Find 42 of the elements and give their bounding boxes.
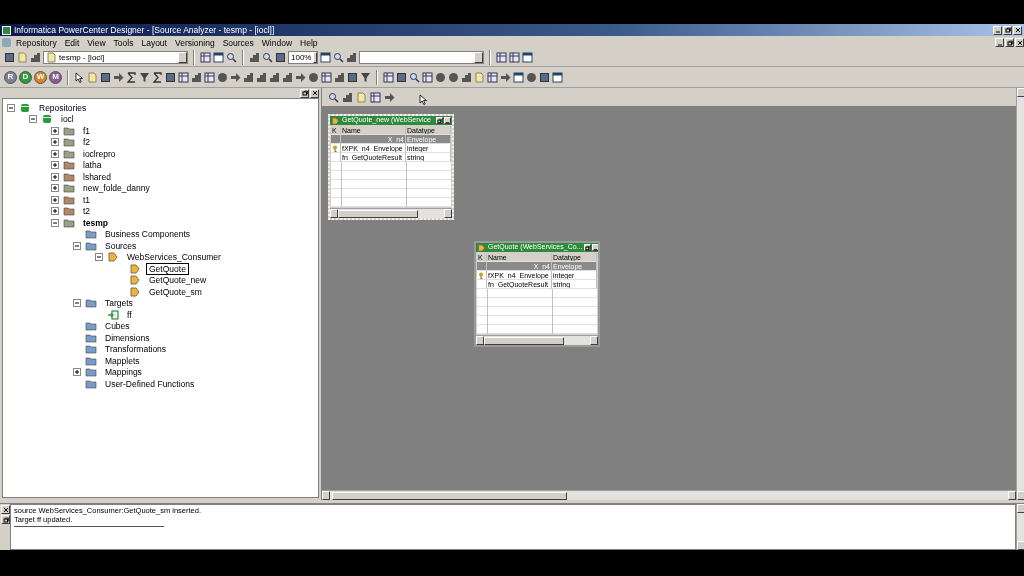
menu-item[interactable]: Layout — [138, 36, 170, 49]
menu-item[interactable]: View — [84, 36, 109, 49]
tree-item[interactable]: t2 — [81, 206, 93, 217]
tree-item[interactable]: ioclrepro — [81, 148, 118, 159]
client-tool-button[interactable]: R — [4, 70, 17, 84]
tree-item[interactable]: f1 — [81, 125, 93, 136]
tree-item[interactable]: Mappings — [103, 367, 144, 378]
menu-item[interactable]: Help — [297, 36, 321, 49]
tree-item[interactable]: iocl — [59, 114, 76, 125]
tree-item[interactable]: lshared — [81, 171, 113, 182]
client-tool-button[interactable]: M — [49, 70, 62, 84]
tree-item[interactable]: Targets — [103, 298, 135, 309]
tree-item[interactable]: f2 — [81, 137, 93, 148]
tree-item[interactable]: ff — [125, 309, 134, 320]
tree-item[interactable]: Business Components — [103, 229, 193, 240]
tree-item[interactable]: GetQuote_new — [147, 275, 209, 286]
tree-item[interactable]: latha — [81, 160, 104, 171]
menu-item[interactable]: Window — [258, 36, 296, 49]
tree-item[interactable]: Repositories — [37, 102, 89, 113]
tree-item[interactable]: new_folde_danny — [81, 183, 152, 194]
tree-item[interactable]: tesmp — [81, 217, 111, 228]
window-title: Informatica PowerCenter Designer - [Source Analyzer - tesmp - [iocl]] — [14, 23, 275, 37]
tree-item[interactable]: Transformations — [103, 344, 169, 355]
tree-item[interactable]: Mapplets — [103, 355, 142, 366]
menu-item[interactable]: Edit — [61, 36, 83, 49]
tree-item[interactable]: Sources — [103, 240, 139, 251]
tree-item[interactable]: Cubes — [103, 321, 132, 332]
zoom-combo[interactable]: 100% — [288, 51, 318, 64]
client-tool-button[interactable]: D — [19, 70, 32, 84]
menu-item[interactable]: Sources — [219, 36, 257, 49]
tree-item[interactable]: GetQuote — [147, 263, 188, 274]
menu-item[interactable]: Tools — [110, 36, 137, 49]
tree-item[interactable]: Dimensions — [103, 332, 152, 343]
tree-item[interactable]: GetQuote_sm — [147, 286, 204, 297]
menu-item[interactable]: Repository — [13, 36, 60, 49]
repository-combo[interactable]: tesmp - [iocl] — [43, 51, 188, 64]
tree-item[interactable]: WebServices_Consumer — [125, 252, 223, 263]
combo-value: tesmp - [iocl] — [59, 51, 105, 64]
menu-item[interactable]: Versioning — [171, 36, 218, 49]
combo-value: 100% — [291, 51, 312, 64]
tree-item[interactable]: t1 — [81, 194, 93, 205]
tree-item[interactable]: User-Defined Functions — [103, 378, 197, 389]
